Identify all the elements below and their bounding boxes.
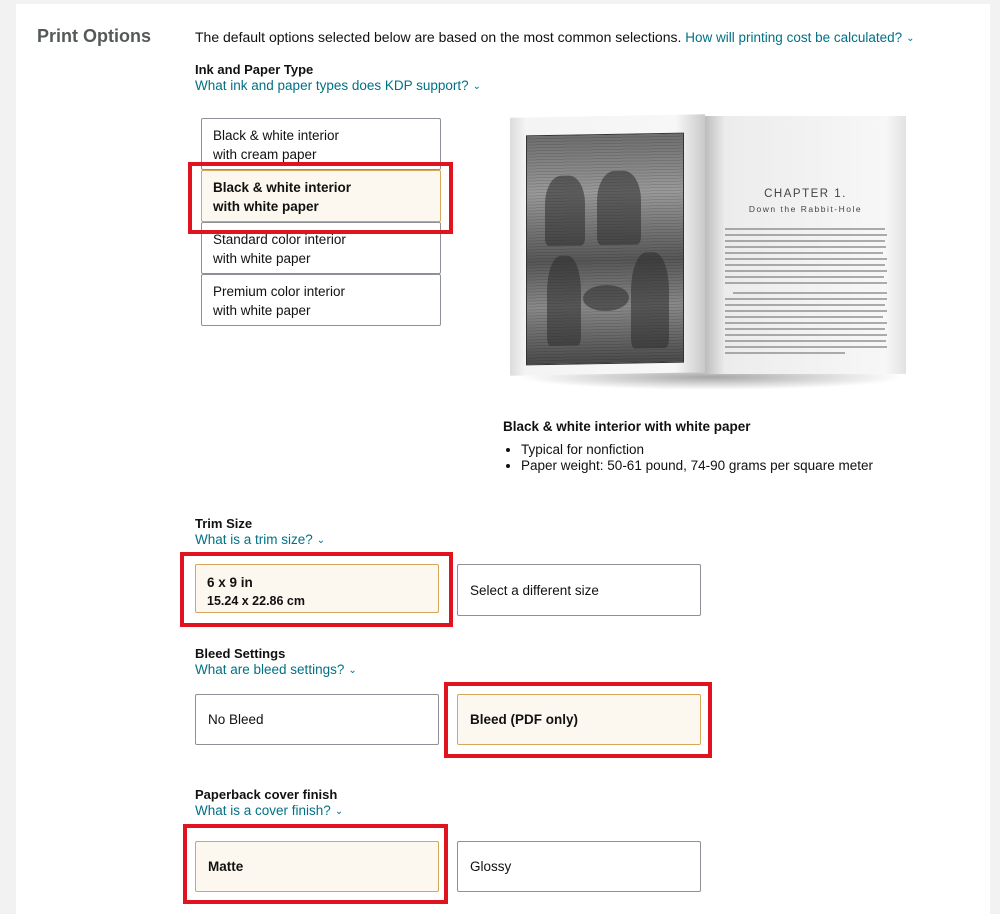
bleed-option-label: No Bleed — [208, 712, 264, 727]
book-preview-image: CHAPTER 1. Down the Rabbit-Hole — [510, 114, 906, 390]
ink-paper-help-label: What ink and paper types does KDP suppor… — [195, 78, 469, 93]
ink-option-line1: Premium color interior — [213, 284, 346, 299]
text-line — [725, 282, 887, 284]
engraving-table — [583, 284, 629, 312]
text-line — [725, 228, 885, 230]
ink-option-bw-cream[interactable]: Black & white interior with cream paper — [201, 118, 441, 170]
engraving-figure — [545, 175, 585, 247]
text-line — [725, 234, 887, 236]
bleed-help-link[interactable]: What are bleed settings? ⌄ — [195, 662, 357, 677]
ink-option-bw-white[interactable]: Black & white interior with white paper — [201, 170, 441, 222]
cover-option-label: Glossy — [470, 859, 512, 874]
cover-option-glossy[interactable]: Glossy — [457, 841, 701, 892]
text-line — [725, 240, 885, 242]
chapter-subtitle: Down the Rabbit-Hole — [748, 204, 863, 214]
printing-cost-link[interactable]: How will printing cost be calculated? ⌄ — [685, 30, 914, 45]
text-line — [725, 304, 885, 306]
ink-option-line2: with white paper — [213, 251, 311, 266]
cover-option-matte[interactable]: Matte — [195, 841, 439, 892]
chevron-down-icon: ⌄ — [348, 665, 357, 676]
engraving-figure — [631, 251, 669, 349]
engraving-illustration — [526, 132, 684, 366]
ink-option-line2: with cream paper — [213, 147, 317, 162]
text-line — [733, 292, 887, 294]
trim-size-help-link[interactable]: What is a trim size? ⌄ — [195, 532, 325, 547]
bleed-option-pdf-only[interactable]: Bleed (PDF only) — [457, 694, 701, 745]
book-right-page: CHAPTER 1. Down the Rabbit-Hole — [705, 116, 906, 374]
chevron-down-icon: ⌄ — [334, 806, 344, 817]
ink-option-line1: Black & white interior — [213, 128, 340, 143]
ink-option-line2: with white paper — [213, 199, 319, 214]
text-line — [725, 258, 887, 260]
chevron-down-icon: ⌄ — [316, 535, 326, 546]
intro-row: The default options selected below are b… — [195, 29, 915, 45]
text-line — [725, 334, 887, 336]
preview-caption: Black & white interior with white paper — [503, 419, 751, 434]
bullet-item: Typical for nonfiction — [521, 442, 943, 458]
chevron-down-icon: ⌄ — [472, 81, 482, 92]
cover-finish-help-link[interactable]: What is a cover finish? ⌄ — [195, 803, 343, 818]
ink-option-standard-color[interactable]: Standard color interior with white paper — [201, 222, 441, 274]
bleed-help-label: What are bleed settings? — [195, 662, 345, 677]
ink-option-line1: Black & white interior — [213, 180, 352, 195]
trim-size-label: Trim Size — [195, 516, 253, 531]
section-title: Print Options — [37, 26, 151, 46]
bleed-option-label: Bleed (PDF only) — [470, 712, 579, 727]
text-line — [725, 270, 887, 272]
engraving-figure — [597, 170, 641, 246]
text-line — [725, 276, 884, 278]
trim-size-help-label: What is a trim size? — [195, 532, 313, 547]
book-left-page — [510, 114, 705, 376]
preview-bullets: Typical for nonfiction Paper weight: 50-… — [503, 442, 943, 474]
cover-finish-help-label: What is a cover finish? — [195, 803, 331, 818]
text-line — [725, 328, 885, 330]
chapter-heading: CHAPTER 1. — [764, 188, 847, 200]
select-different-size-button[interactable]: Select a different size — [457, 564, 701, 616]
text-line — [725, 252, 883, 254]
trim-option-6x9[interactable]: 6 x 9 in 15.24 x 22.86 cm — [195, 564, 439, 613]
print-options-panel: Print Options The default options select… — [16, 4, 990, 914]
engraving-figure — [547, 255, 581, 347]
ink-paper-help-link[interactable]: What ink and paper types does KDP suppor… — [195, 78, 481, 93]
text-line — [725, 346, 887, 348]
bullet-item: Paper weight: 50-61 pound, 74-90 grams p… — [521, 458, 943, 474]
cover-option-label: Matte — [208, 859, 244, 874]
ink-option-premium-color[interactable]: Premium color interior with white paper — [201, 274, 441, 326]
cover-finish-label: Paperback cover finish — [195, 787, 338, 802]
text-line — [725, 264, 885, 266]
text-line — [725, 310, 887, 312]
text-line — [725, 340, 886, 342]
text-line — [725, 316, 883, 318]
printing-cost-link-label: How will printing cost be calculated? — [685, 30, 903, 45]
text-line — [725, 298, 887, 300]
trim-size-metric: 15.24 x 22.86 cm — [207, 594, 305, 608]
text-line — [725, 352, 845, 354]
chevron-down-icon: ⌄ — [906, 33, 915, 44]
text-line — [725, 322, 887, 324]
ink-option-line1: Standard color interior — [213, 232, 346, 247]
ink-paper-label: Ink and Paper Type — [195, 62, 314, 77]
bleed-label: Bleed Settings — [195, 646, 286, 661]
intro-text: The default options selected below are b… — [195, 29, 682, 45]
select-different-size-label: Select a different size — [470, 582, 599, 598]
trim-size-imperial: 6 x 9 in — [207, 575, 253, 590]
text-line — [725, 246, 886, 248]
ink-option-line2: with white paper — [213, 303, 311, 318]
bleed-option-no-bleed[interactable]: No Bleed — [195, 694, 439, 745]
